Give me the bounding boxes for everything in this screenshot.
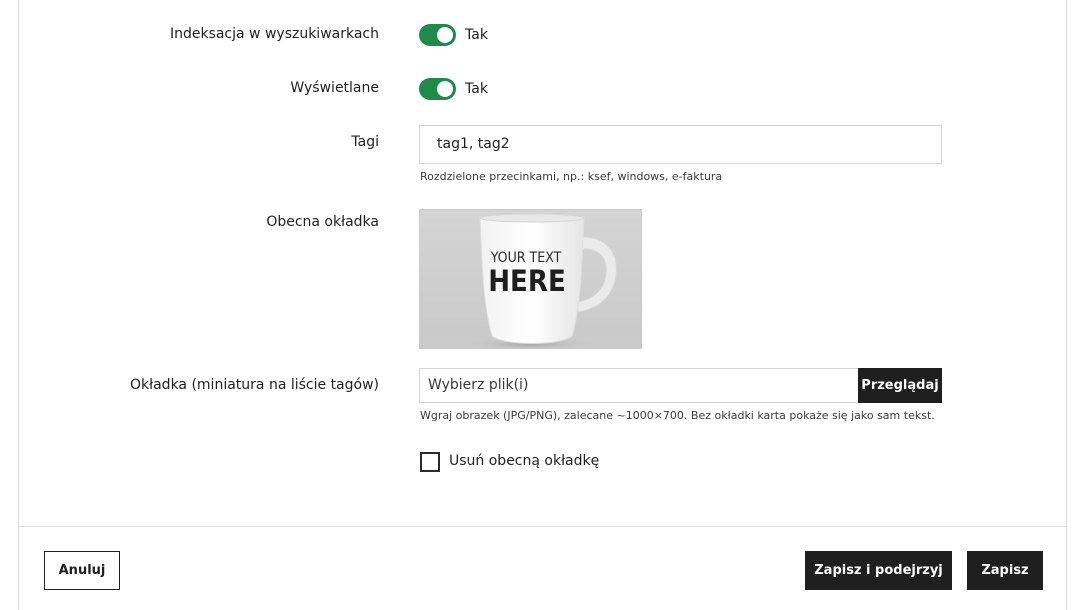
toggle-knob xyxy=(437,27,453,43)
tags-help-text: Rozdzielone przecinkami, np.: ksef, wind… xyxy=(420,170,723,183)
displayed-toggle-text: Tak xyxy=(465,81,488,97)
cancel-button[interactable]: Anuluj xyxy=(44,551,120,590)
save-and-preview-button[interactable]: Zapisz i podejrzyj xyxy=(805,551,952,590)
tags-label: Tagi xyxy=(351,134,379,150)
form-panel: Indeksacja w wyszukiwarkach Tak Wyświetl… xyxy=(18,0,1067,610)
indexing-label: Indeksacja w wyszukiwarkach xyxy=(169,26,379,42)
cover-upload-label: Okładka (miniatura na liście tagów) xyxy=(130,377,379,393)
remove-cover-label[interactable]: Usuń obecną okładkę xyxy=(449,453,599,469)
toggle-knob xyxy=(437,81,453,97)
displayed-label: Wyświetlane xyxy=(290,80,379,96)
tags-input[interactable]: tag1, tag2 xyxy=(419,125,942,164)
footer-divider xyxy=(19,526,1066,527)
remove-cover-checkbox[interactable] xyxy=(420,452,440,472)
current-cover-label: Obecna okładka xyxy=(266,214,379,230)
mug-image: YOUR TEXT HERE xyxy=(468,213,618,348)
indexing-toggle[interactable] xyxy=(419,24,456,46)
current-cover-image: YOUR TEXT HERE xyxy=(419,209,642,349)
cover-help-text: Wgraj obrazek (JPG/PNG), zalecane ~1000×… xyxy=(420,409,935,422)
save-button[interactable]: Zapisz xyxy=(967,551,1043,590)
file-input-placeholder: Wybierz plik(i) xyxy=(428,377,529,393)
indexing-toggle-text: Tak xyxy=(465,27,488,43)
mug-text-line2: HERE xyxy=(488,264,566,298)
cover-file-input[interactable]: Wybierz plik(i) Przeglądaj xyxy=(419,368,942,403)
displayed-toggle[interactable] xyxy=(419,78,456,100)
browse-button[interactable]: Przeglądaj xyxy=(858,368,942,403)
